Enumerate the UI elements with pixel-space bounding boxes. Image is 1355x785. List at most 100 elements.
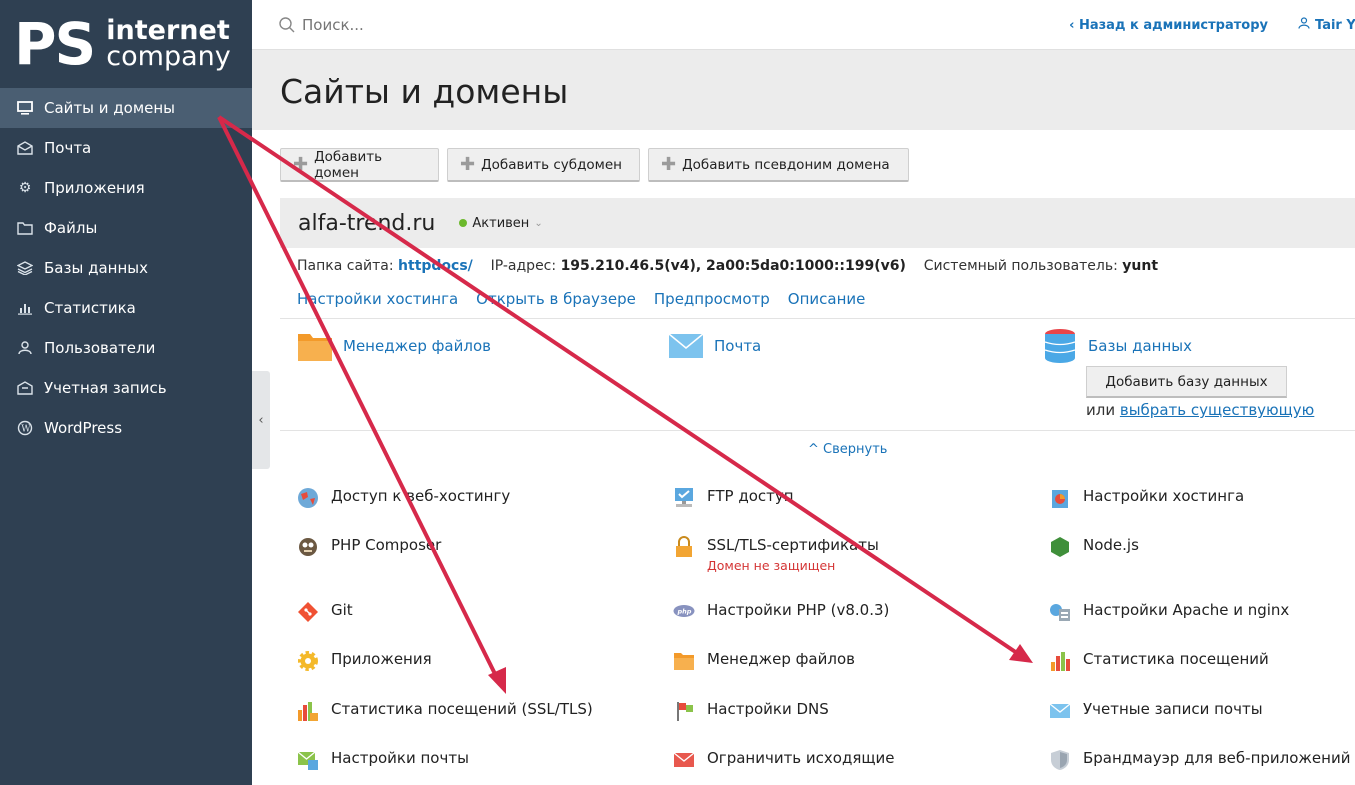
domain-info: Папка сайта: httpdocs/ IP-адрес: 195.210… (297, 258, 1158, 274)
open-in-browser-link[interactable]: Открыть в браузере (476, 290, 636, 308)
description-link[interactable]: Описание (788, 290, 866, 308)
sidebar-item-statistics[interactable]: Статистика (0, 288, 252, 328)
tool-dns-settings[interactable]: Настройки DNS (673, 700, 829, 722)
tool-label: Настройки DNS (707, 700, 829, 718)
chevron-left-icon: ‹ (258, 412, 264, 428)
topbar: ‹ Назад к администратору Tair Y (252, 0, 1355, 50)
tool-label: Настройки PHP (v8.0.3) (707, 601, 890, 619)
sidebar-item-label: Почта (44, 139, 92, 157)
tool-label: FTP доступ (707, 487, 794, 505)
tool-mail-settings[interactable]: Настройки почты (297, 749, 469, 771)
search-icon (279, 16, 295, 32)
logo-text: internet company (106, 18, 231, 72)
sidebar-item-files[interactable]: Файлы (0, 208, 252, 248)
topbar-right: ‹ Назад к администратору Tair Y (1069, 0, 1355, 50)
sidebar-item-applications[interactable]: ⚙ Приложения (0, 168, 252, 208)
button-label: Добавить домен (314, 148, 383, 181)
sidebar-item-label: WordPress (44, 419, 123, 437)
user-icon (1298, 17, 1310, 33)
tool-nodejs[interactable]: Node.js (1049, 536, 1139, 558)
bar-chart-icon (16, 299, 34, 317)
action-buttons: ✚ Добавить домен ✚ Добавить субдомен ✚ Д… (280, 148, 909, 182)
tool-ftp-access[interactable]: FTP доступ (673, 487, 794, 509)
plus-icon: ✚ (661, 154, 677, 175)
domain-links: Настройки хостинга Открыть в браузере Пр… (297, 290, 865, 308)
gear-icon: ⚙ (18, 180, 32, 196)
sidebar-item-users[interactable]: Пользователи (0, 328, 252, 368)
tool-label: Ограничить исходящие (707, 749, 895, 767)
tool-limit-outgoing[interactable]: Ограничить исходящие (673, 749, 894, 771)
divider (280, 318, 1355, 319)
tool-visit-statistics[interactable]: Статистика посещений (1049, 650, 1269, 672)
tool-visit-statistics-ssl[interactable]: Статистика посещений (SSL/TLS) (297, 700, 593, 722)
brand-logo[interactable]: PS internet company (0, 0, 252, 88)
git-icon (298, 602, 318, 622)
sidebar-item-sites-domains[interactable]: Сайты и домены (0, 88, 252, 128)
hosting-settings-link[interactable]: Настройки хостинга (297, 290, 458, 308)
tool-label: Брандмауэр для веб-приложений (1083, 749, 1351, 767)
dns-flags-icon (677, 702, 693, 721)
folder-link[interactable]: httpdocs/ (398, 258, 473, 274)
sysuser-label: Системный пользователь: (923, 258, 1118, 274)
composer-icon (299, 538, 317, 556)
wordpress-icon: W (16, 419, 34, 437)
preview-link[interactable]: Предпросмотр (654, 290, 770, 308)
bar-stats-icon (1051, 652, 1070, 671)
user-icon (16, 339, 34, 357)
tool-web-hosting-access[interactable]: Доступ к веб-хостингу (297, 487, 510, 509)
pick-existing-db-link[interactable]: выбрать существующую (1120, 401, 1314, 419)
sidebar-item-label: Пользователи (44, 339, 156, 357)
sidebar-collapse-handle[interactable]: ‹ (252, 371, 270, 469)
tool-git[interactable]: Git (297, 601, 353, 623)
php-icon: php (673, 605, 695, 617)
sidebar-item-wordpress[interactable]: W WordPress (0, 408, 252, 448)
sidebar-item-mail[interactable]: Почта (0, 128, 252, 168)
sidebar-item-label: Приложения (44, 179, 145, 197)
tool-ssl-certificates[interactable]: SSL/TLS-сертификаты Домен не защищен (673, 536, 879, 573)
account-icon (16, 379, 34, 397)
globe-icon (298, 488, 318, 508)
apache-icon (1050, 604, 1070, 621)
sidebar-item-account[interactable]: Учетная запись (0, 368, 252, 408)
tool-web-app-firewall[interactable]: Брандмауэр для веб-приложений (1049, 749, 1350, 771)
db-or-line: или выбрать существующую (1086, 401, 1314, 419)
back-to-admin-link[interactable]: ‹ Назад к администратору (1069, 18, 1268, 33)
user-menu[interactable]: Tair Y (1315, 18, 1355, 33)
tool-label: Настройки почты (331, 749, 469, 767)
sidebar-item-label: Учетная запись (44, 379, 167, 397)
tool-php-settings[interactable]: php Настройки PHP (v8.0.3) (673, 601, 889, 623)
ssl-lock-icon (676, 536, 692, 557)
tool-php-composer[interactable]: PHP Composer (297, 536, 441, 558)
file-manager-tool[interactable]: Менеджер файлов (297, 330, 491, 362)
sidebar-item-databases[interactable]: Базы данных (0, 248, 252, 288)
search-input[interactable] (302, 15, 602, 34)
tool-file-manager[interactable]: Менеджер файлов (673, 650, 855, 672)
ip-label: IP-адрес: (490, 258, 557, 274)
tool-mail-accounts[interactable]: Учетные записи почты (1049, 700, 1263, 722)
button-label: Добавить субдомен (481, 156, 622, 173)
logo-line2: company (106, 41, 231, 72)
tool-label: PHP Composer (331, 536, 442, 554)
add-domain-button[interactable]: ✚ Добавить домен (280, 148, 439, 182)
mail-limit-icon (673, 752, 695, 767)
tool-label: Доступ к веб-хостингу (331, 487, 511, 505)
collapse-link[interactable]: ^ Свернуть (808, 442, 887, 457)
mail-tool[interactable]: Почта (668, 330, 761, 362)
domain-name[interactable]: alfa-trend.ru (298, 211, 435, 236)
status-badge[interactable]: Активен ⌄ (459, 216, 543, 231)
monitor-icon (16, 99, 34, 117)
tool-apache-nginx[interactable]: Настройки Apache и nginx (1049, 601, 1289, 623)
tool-hosting-settings[interactable]: Настройки хостинга (1049, 487, 1244, 509)
databases-tool[interactable]: Базы данных (1042, 328, 1192, 364)
tool-applications[interactable]: Приложения (297, 650, 432, 672)
svg-text:php: php (677, 608, 692, 616)
page-title: Сайты и домены (280, 72, 569, 111)
tool-label: Менеджер файлов (343, 337, 491, 355)
add-database-button[interactable]: Добавить базу данных (1086, 366, 1287, 398)
sidebar-item-label: Сайты и домены (44, 99, 176, 117)
status-dot-icon (459, 219, 468, 227)
divider (280, 430, 1355, 431)
folder-label: Папка сайта: (297, 258, 394, 274)
add-domain-alias-button[interactable]: ✚ Добавить псевдоним домена (648, 148, 909, 182)
add-subdomain-button[interactable]: ✚ Добавить субдомен (447, 148, 640, 182)
